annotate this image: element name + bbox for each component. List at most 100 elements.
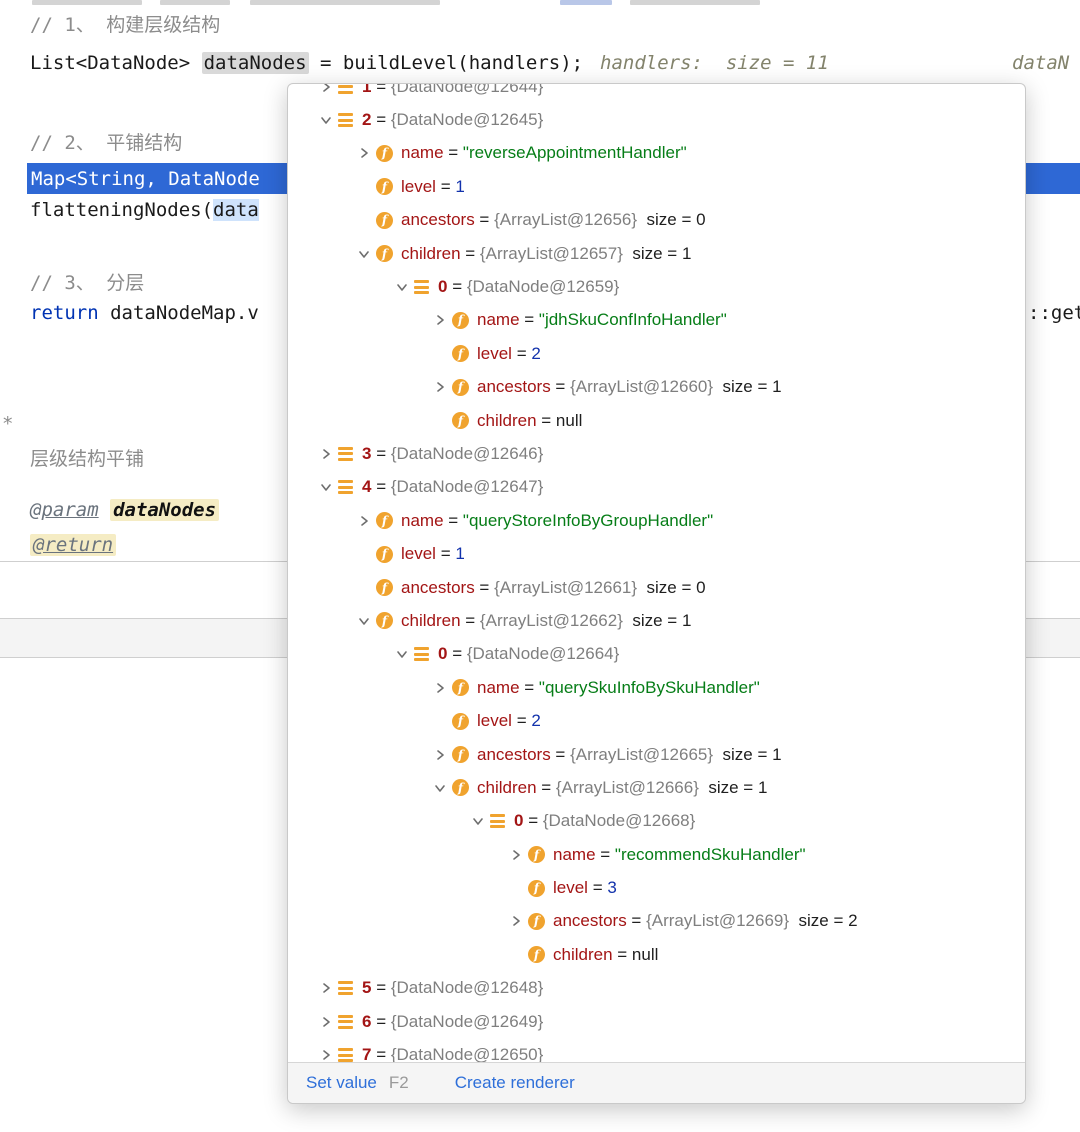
tree-row[interactable]: f children = null	[288, 404, 1025, 437]
tree-row[interactable]: f level = 1	[288, 537, 1025, 570]
collection-size: size = 1	[713, 744, 782, 764]
chevron-expanded-icon[interactable]	[314, 478, 338, 496]
code-line-buildlevel[interactable]: List<DataNode> dataNodes = buildLevel(ha…	[30, 52, 583, 74]
code-text: = buildLevel(handlers);	[308, 52, 584, 74]
list-element-icon	[338, 1048, 353, 1063]
code-line-flattening[interactable]: flatteningNodes(data	[30, 199, 259, 221]
tree-row[interactable]: f name = "recommendSkuHandler"	[288, 838, 1025, 871]
code-fragment-right: ::get	[1028, 302, 1080, 324]
field-icon: f	[528, 912, 545, 930]
tree-row[interactable]: 1 = {DataNode@12644}	[288, 84, 1025, 103]
chevron-collapsed-icon[interactable]	[314, 1046, 338, 1063]
value-str: "reverseAppointmentHandler"	[462, 143, 687, 163]
tree-row[interactable]: 6 = {DataNode@12649}	[288, 1005, 1025, 1038]
debugger-variables-popup: 1 = {DataNode@12644} 2 = {DataNode@12645}…	[287, 83, 1026, 1104]
tree-row[interactable]: f ancestors = {ArrayList@12661} size = 0	[288, 571, 1025, 604]
tree-row[interactable]: f level = 1	[288, 170, 1025, 203]
chevron-collapsed-icon[interactable]	[352, 144, 376, 162]
field-icon: f	[452, 746, 469, 763]
tree-row[interactable]: f level = 3	[288, 871, 1025, 904]
tree-row[interactable]: f name = "querySkuInfoBySkuHandler"	[288, 671, 1025, 704]
field-name: ancestors	[401, 577, 475, 597]
tree-row[interactable]: 2 = {DataNode@12645}	[288, 103, 1025, 136]
javadoc-param-line[interactable]: @param dataNodes	[30, 499, 220, 521]
tree-row[interactable]: f children = {ArrayList@12662} size = 1	[288, 604, 1025, 637]
equals-sign: =	[519, 677, 539, 697]
tree-row[interactable]: 0 = {DataNode@12668}	[288, 805, 1025, 838]
chevron-expanded-icon[interactable]	[428, 779, 452, 797]
tree-row[interactable]: f name = "jdhSkuConfInfoHandler"	[288, 304, 1025, 337]
tree-row[interactable]: f level = 2	[288, 704, 1025, 737]
equals-sign: =	[595, 844, 615, 864]
equals-sign: =	[460, 610, 480, 630]
chevron-collapsed-icon[interactable]	[428, 746, 452, 764]
chevron-collapsed-icon[interactable]	[314, 1013, 338, 1031]
code-line-return[interactable]: return dataNodeMap.v	[30, 302, 259, 324]
tree-row[interactable]: 5 = {DataNode@12648}	[288, 972, 1025, 1005]
tree-row[interactable]: f ancestors = {ArrayList@12665} size = 1	[288, 738, 1025, 771]
tree-row[interactable]: f ancestors = {ArrayList@12660} size = 1	[288, 371, 1025, 404]
tree-row[interactable]: 7 = {DataNode@12650}	[288, 1038, 1025, 1063]
value-str: "jdhSkuConfInfoHandler"	[538, 310, 727, 330]
chevron-expanded-icon[interactable]	[390, 645, 414, 663]
tree-row[interactable]: f children = null	[288, 938, 1025, 971]
tree-row[interactable]: 4 = {DataNode@12647}	[288, 471, 1025, 504]
chevron-collapsed-icon[interactable]	[504, 912, 528, 930]
set-value-shortcut: F2	[388, 1073, 409, 1092]
element-index: 2	[362, 110, 372, 130]
value-str: "queryStoreInfoByGroupHandler"	[462, 510, 714, 530]
create-renderer-link[interactable]: Create renderer	[455, 1073, 575, 1093]
equals-sign: =	[371, 978, 391, 998]
field-name: ancestors	[553, 911, 627, 931]
inline-debugger-hint-handlers: handlers: size = 11	[600, 52, 829, 74]
equals-sign: =	[371, 1045, 391, 1063]
javadoc-param-value: dataNodes	[110, 499, 220, 521]
field-icon: f	[376, 579, 393, 597]
chevron-collapsed-icon[interactable]	[314, 445, 338, 463]
tree-row[interactable]: 0 = {DataNode@12659}	[288, 270, 1025, 303]
field-icon: f	[376, 211, 393, 229]
code-comment-1[interactable]: // 1、 构建层级结构	[30, 10, 220, 37]
chevron-collapsed-icon[interactable]	[428, 679, 452, 697]
javadoc-asterisk: *	[2, 413, 14, 435]
tree-row[interactable]: f ancestors = {ArrayList@12656} size = 0	[288, 204, 1025, 237]
javadoc-description[interactable]: 层级结构平铺	[30, 444, 144, 471]
tree-row[interactable]: 3 = {DataNode@12646}	[288, 437, 1025, 470]
field-name: name	[553, 844, 596, 864]
tree-row[interactable]: f name = "queryStoreInfoByGroupHandler"	[288, 504, 1025, 537]
javadoc-return-line[interactable]: @return	[30, 534, 117, 556]
chevron-collapsed-icon[interactable]	[314, 84, 338, 96]
value-num: 2	[531, 711, 541, 731]
chevron-expanded-icon[interactable]	[352, 612, 376, 630]
field-icon: f	[376, 245, 393, 263]
chevron-expanded-icon[interactable]	[352, 245, 376, 263]
value-ref: {ArrayList@12656}	[494, 210, 638, 230]
chevron-collapsed-icon[interactable]	[428, 378, 452, 396]
code-comment-2[interactable]: // 2、 平铺结构	[30, 128, 182, 155]
chevron-collapsed-icon[interactable]	[314, 979, 338, 997]
popup-footer: Set value F2 Create renderer	[288, 1062, 1025, 1103]
value-null: null	[631, 944, 659, 964]
value-ref: {DataNode@12647}	[390, 477, 544, 497]
set-value-link[interactable]: Set value	[306, 1073, 377, 1093]
chevron-collapsed-icon[interactable]	[504, 846, 528, 864]
code-comment-3[interactable]: // 3、 分层	[30, 268, 144, 295]
field-icon: f	[452, 779, 469, 797]
chevron-expanded-icon[interactable]	[314, 111, 338, 129]
chevron-expanded-icon[interactable]	[466, 812, 490, 830]
chevron-expanded-icon[interactable]	[390, 278, 414, 296]
chevron-collapsed-icon[interactable]	[428, 311, 452, 329]
tree-row[interactable]: 0 = {DataNode@12664}	[288, 638, 1025, 671]
chevron-collapsed-icon[interactable]	[352, 512, 376, 530]
value-num: 3	[607, 878, 617, 898]
tree-row[interactable]: f name = "reverseAppointmentHandler"	[288, 137, 1025, 170]
tree-row[interactable]: f children = {ArrayList@12657} size = 1	[288, 237, 1025, 270]
collection-size: size = 1	[698, 777, 768, 797]
tree-row[interactable]: f ancestors = {ArrayList@12669} size = 2	[288, 905, 1025, 938]
code-text: List<DataNode>	[30, 52, 202, 74]
tree-row[interactable]: f children = {ArrayList@12666} size = 1	[288, 771, 1025, 804]
field-name: children	[477, 777, 537, 797]
list-element-icon	[414, 647, 429, 662]
tree-row[interactable]: f level = 2	[288, 337, 1025, 370]
